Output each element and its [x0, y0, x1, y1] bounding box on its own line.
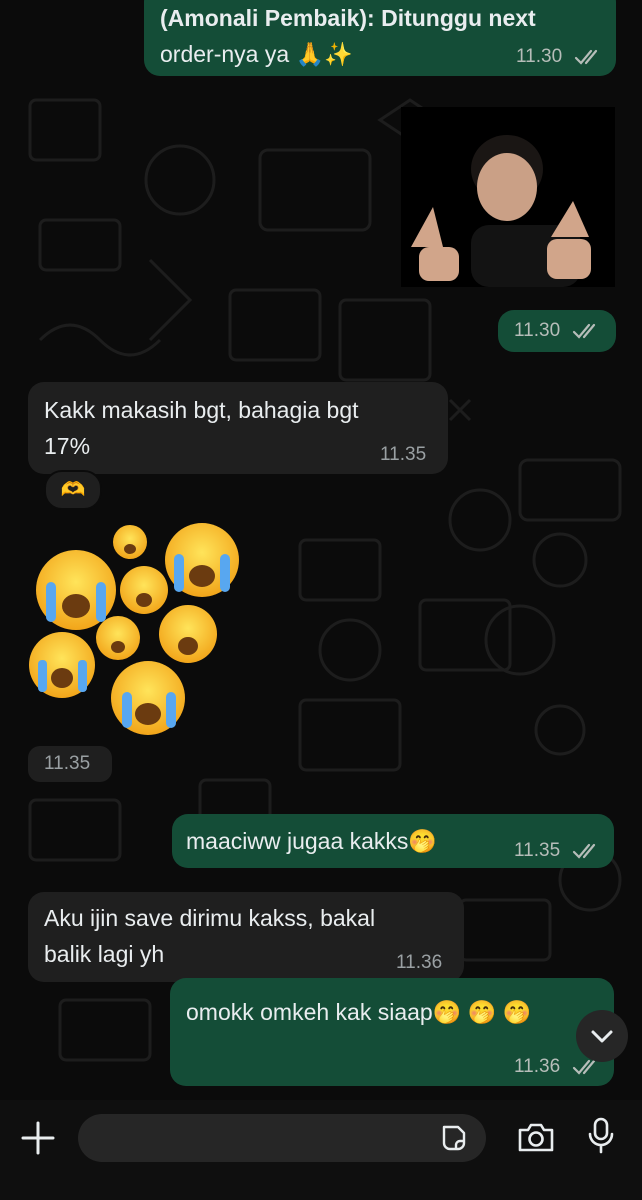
crying-face-emoji	[29, 523, 239, 735]
message-time: 11.30	[514, 320, 561, 341]
message-time: 11.35	[380, 444, 427, 465]
composer-bar	[0, 1100, 642, 1200]
message-text-line: balik lagi yh	[44, 941, 165, 967]
message-time: 11.30	[516, 46, 563, 67]
message-incoming-1[interactable]: Kakk makasih bgt, bahagia bgt 17% 11.35	[28, 382, 448, 474]
sticker-time-badge: 11.35	[28, 746, 112, 782]
reaction-emoji: 🫶	[60, 479, 86, 501]
message-time: 11.35	[514, 840, 561, 861]
message-outgoing-image[interactable]	[401, 107, 615, 287]
message-reaction[interactable]: 🫶	[44, 470, 102, 510]
message-input[interactable]	[78, 1114, 486, 1162]
message-text-line: (Amonali Pembaik): Ditunggu next	[160, 5, 536, 31]
message-text-line: Kakk makasih bgt, bahagia bgt	[44, 397, 359, 423]
camera-icon[interactable]	[516, 1120, 556, 1156]
message-incoming-2[interactable]: Aku ijin save dirimu kakss, bakal balik …	[28, 892, 464, 982]
message-text-line: Aku ijin save dirimu kakss, bakal	[44, 905, 376, 931]
double-check-icon	[574, 49, 598, 65]
plus-icon[interactable]	[18, 1118, 58, 1158]
message-outgoing-image-footer: 11.30	[498, 310, 616, 352]
chevron-down-icon	[591, 1030, 613, 1043]
sticker-icon[interactable]	[438, 1123, 468, 1153]
double-check-icon	[572, 323, 596, 339]
photo-thumbnail	[401, 107, 615, 287]
message-outgoing-1[interactable]: (Amonali Pembaik): Ditunggu next order-n…	[144, 0, 616, 76]
message-text-line: 17%	[44, 433, 91, 459]
message-text: maaciww jugaa kakks🤭	[186, 828, 438, 854]
message-time: 11.36	[396, 952, 443, 973]
message-outgoing-2[interactable]: maaciww jugaa kakks🤭 11.35	[172, 814, 614, 868]
message-time: 11.36	[514, 1056, 561, 1077]
message-outgoing-3[interactable]: omokk omkeh kak siaap🤭 🤭 🤭 11.36	[170, 978, 614, 1086]
double-check-icon	[572, 843, 596, 859]
scroll-to-bottom-button[interactable]	[576, 1010, 628, 1062]
message-text: omokk omkeh kak siaap🤭 🤭 🤭	[186, 999, 532, 1025]
microphone-icon[interactable]	[586, 1116, 616, 1156]
message-text-line: order-nya ya 🙏✨	[160, 41, 353, 67]
sticker-crying-faces[interactable]	[26, 520, 256, 740]
message-time: 11.35	[44, 753, 91, 774]
